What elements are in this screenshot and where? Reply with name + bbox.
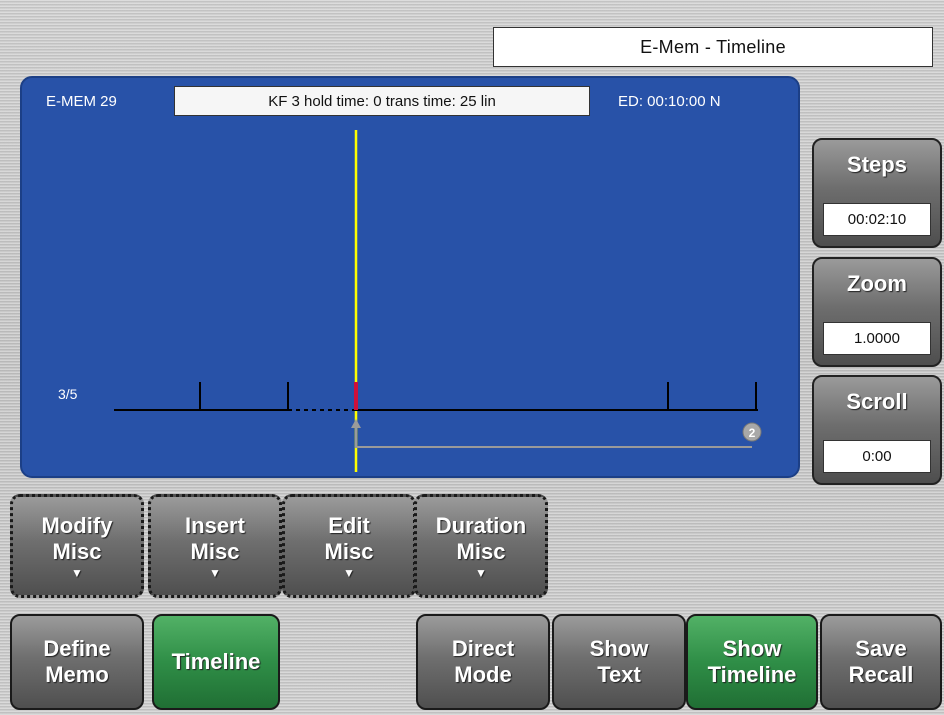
insert-misc-button[interactable]: Insert Misc ▼: [148, 494, 282, 598]
show-text-line2: Text: [597, 662, 641, 687]
edit-misc-line1: Edit: [328, 512, 370, 538]
window-title: E-Mem - Timeline: [493, 27, 933, 67]
direct-mode-button[interactable]: Direct Mode: [416, 614, 550, 710]
modify-misc-line1: Modify: [41, 512, 113, 538]
show-timeline-line1: Show: [722, 635, 782, 661]
duration-misc-line2: Misc: [456, 539, 506, 564]
show-timeline-line2: Timeline: [707, 662, 797, 687]
define-memo-line2: Memo: [45, 662, 109, 687]
zoom-button[interactable]: Zoom 1.0000: [812, 257, 942, 367]
range-start-arrow-icon: [351, 419, 361, 428]
timeline-graphic[interactable]: 2: [22, 78, 802, 480]
chevron-down-icon: ▼: [71, 566, 83, 581]
timeline-button-label: Timeline: [171, 648, 261, 674]
edit-misc-button[interactable]: Edit Misc ▼: [282, 494, 416, 598]
steps-label: Steps: [847, 152, 907, 177]
steps-value-field[interactable]: 00:02:10: [823, 203, 931, 236]
modify-misc-line2: Misc: [52, 539, 102, 564]
timeline-panel[interactable]: E-MEM 29 KF 3 hold time: 0 trans time: 2…: [20, 76, 800, 478]
modify-misc-button[interactable]: Modify Misc ▼: [10, 494, 144, 598]
define-memo-line1: Define: [43, 635, 111, 661]
chevron-down-icon: ▼: [209, 566, 221, 581]
timeline-button[interactable]: Timeline: [152, 614, 280, 710]
save-recall-line2: Recall: [848, 662, 914, 687]
insert-misc-line1: Insert: [185, 512, 245, 538]
duration-misc-line1: Duration: [435, 512, 527, 538]
chevron-down-icon: ▼: [343, 566, 355, 581]
define-memo-button[interactable]: Define Memo: [10, 614, 144, 710]
scroll-button[interactable]: Scroll 0:00: [812, 375, 942, 485]
current-keyframe-marker[interactable]: [354, 382, 358, 410]
scroll-value-field[interactable]: 0:00: [823, 440, 931, 473]
show-text-button[interactable]: Show Text: [552, 614, 686, 710]
duration-misc-button[interactable]: Duration Misc ▼: [414, 494, 548, 598]
save-recall-button[interactable]: Save Recall: [820, 614, 942, 710]
zoom-value-field[interactable]: 1.0000: [823, 322, 931, 355]
insert-misc-line2: Misc: [190, 539, 240, 564]
direct-mode-line2: Mode: [454, 662, 512, 687]
save-recall-line1: Save: [855, 635, 907, 661]
show-timeline-button[interactable]: Show Timeline: [686, 614, 818, 710]
scroll-label: Scroll: [846, 389, 908, 414]
show-text-line1: Show: [589, 635, 649, 661]
zoom-label: Zoom: [847, 271, 907, 296]
edit-misc-line2: Misc: [324, 539, 374, 564]
direct-mode-line1: Direct: [451, 635, 515, 661]
chevron-down-icon: ▼: [475, 566, 487, 581]
range-end-number: 2: [749, 426, 756, 440]
steps-button[interactable]: Steps 00:02:10: [812, 138, 942, 248]
